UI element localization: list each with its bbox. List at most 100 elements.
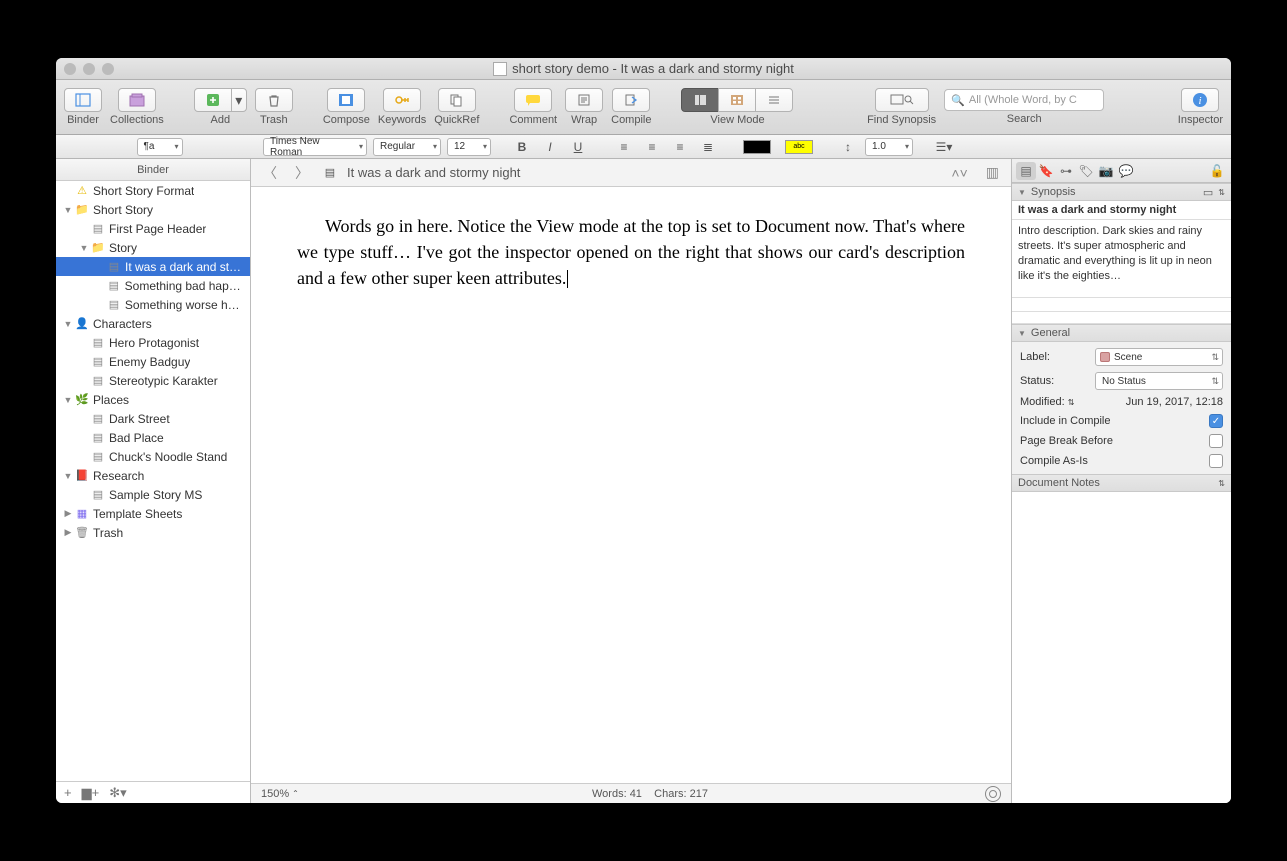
quickref-button[interactable]	[438, 88, 476, 112]
tree-row[interactable]: ▤First Page Header	[56, 219, 250, 238]
tree-row[interactable]: ▤Hero Protagonist	[56, 333, 250, 352]
svg-text:i: i	[1199, 95, 1202, 107]
settings-icon[interactable]: ✻▾	[109, 785, 126, 801]
tree-row[interactable]: ▤Sample Story MS	[56, 485, 250, 504]
nav-up-down[interactable]: ˄˅	[947, 165, 971, 181]
tree-row[interactable]: ▼📁Story	[56, 238, 250, 257]
viewmode-cork-button[interactable]	[718, 88, 756, 112]
search-input[interactable]: 🔍 All (Whole Word, by C	[944, 89, 1104, 111]
tree-row[interactable]: ▤Something bad happ…	[56, 276, 250, 295]
comment-button[interactable]	[514, 88, 552, 112]
binder-button[interactable]	[64, 88, 102, 112]
align-left-button[interactable]: ≡	[613, 138, 635, 156]
align-justify-button[interactable]: ≣	[697, 138, 719, 156]
general-header[interactable]: ▼General	[1012, 324, 1231, 342]
folder-icon: 📁	[90, 241, 106, 255]
compose-button[interactable]	[327, 88, 365, 112]
tree-row[interactable]: ▼📁Short Story	[56, 200, 250, 219]
tab-lock-icon[interactable]: 🔓	[1207, 162, 1227, 180]
list-button[interactable]: ☰▾	[933, 138, 955, 156]
bold-button[interactable]: B	[511, 138, 533, 156]
tree-row[interactable]: ▼👤Characters	[56, 314, 250, 333]
inspector-button[interactable]: i	[1181, 88, 1219, 112]
tree-row[interactable]: ▶🗑Trash	[56, 523, 250, 542]
tab-key-icon[interactable]: ⊶	[1056, 162, 1076, 180]
tab-snapshot-icon[interactable]: 📷	[1096, 162, 1116, 180]
tree-row[interactable]: ▶▦Template Sheets	[56, 504, 250, 523]
line-spacing-icon[interactable]: ↕	[837, 138, 859, 156]
label-label: Label:	[1020, 351, 1050, 363]
text-editor[interactable]: Words go in here. Notice the View mode a…	[251, 187, 1011, 783]
document-notes[interactable]	[1012, 492, 1231, 803]
zoom-level[interactable]: 150% ⌃	[261, 788, 315, 800]
wrap-button[interactable]	[565, 88, 603, 112]
forward-button[interactable]: 〉	[291, 163, 313, 183]
compile-label: Compile	[611, 114, 651, 126]
align-center-button[interactable]: ≡	[641, 138, 663, 156]
synopsis-title[interactable]: It was a dark and stormy night	[1012, 201, 1231, 220]
synopsis-body[interactable]: Intro description. Dark skies and rainy …	[1012, 220, 1231, 298]
doc-icon: ▤	[90, 336, 106, 350]
split-icon[interactable]: ▥	[982, 164, 1003, 181]
notes-header[interactable]: Document Notes⇅	[1012, 474, 1231, 492]
add-item-icon[interactable]: +	[64, 785, 72, 800]
tab-bookmarks[interactable]: 🔖	[1036, 162, 1056, 180]
zoom-icon[interactable]	[102, 63, 114, 75]
tree-label: Story	[109, 241, 137, 255]
tree-row[interactable]: ▼🌿Places	[56, 390, 250, 409]
tree-row[interactable]: ▤Chuck's Noodle Stand	[56, 447, 250, 466]
tree-row[interactable]: ▤Dark Street	[56, 409, 250, 428]
tab-comment-icon[interactable]: 💬	[1116, 162, 1136, 180]
warn-icon: ⚠	[74, 184, 90, 198]
status-select[interactable]: No Status	[1095, 372, 1223, 390]
back-button[interactable]: 〈	[259, 163, 281, 183]
tree-row[interactable]: ▤Bad Place	[56, 428, 250, 447]
weight-dropdown[interactable]: Regular	[373, 138, 441, 156]
viewmode-document-button[interactable]	[681, 88, 719, 112]
label-select[interactable]: Scene	[1095, 348, 1223, 366]
window-controls[interactable]	[64, 63, 114, 75]
target-icon[interactable]	[985, 786, 1001, 802]
collections-button[interactable]	[118, 88, 156, 112]
font-dropdown[interactable]: Times New Roman	[263, 138, 367, 156]
tree-row[interactable]: ⚠Short Story Format	[56, 181, 250, 200]
size-dropdown[interactable]: 12	[447, 138, 491, 156]
tab-notes[interactable]: ▤	[1016, 162, 1036, 180]
tree-label: Short Story Format	[93, 184, 194, 198]
minimize-icon[interactable]	[83, 63, 95, 75]
path-title: It was a dark and stormy night	[347, 165, 520, 180]
add-folder-icon[interactable]: ▆+	[82, 785, 100, 801]
wrap-label: Wrap	[571, 114, 597, 126]
add-menu-button[interactable]: ▾	[231, 88, 247, 112]
index-card-icon[interactable]: ▭	[1203, 186, 1213, 199]
viewmode-outline-button[interactable]	[755, 88, 793, 112]
text-color-swatch[interactable]	[743, 140, 771, 154]
close-icon[interactable]	[64, 63, 76, 75]
binder-tree[interactable]: ⚠Short Story Format▼📁Short Story▤First P…	[56, 181, 250, 781]
underline-button[interactable]: U	[567, 138, 589, 156]
italic-button[interactable]: I	[539, 138, 561, 156]
add-label: Add	[211, 114, 231, 126]
include-checkbox[interactable]: ✓	[1209, 414, 1223, 428]
spacing-dropdown[interactable]: 1.0	[865, 138, 913, 156]
add-button[interactable]	[194, 88, 232, 112]
tree-row[interactable]: ▤Something worse ha…	[56, 295, 250, 314]
style-dropdown[interactable]: ¶a	[137, 138, 183, 156]
tree-row[interactable]: ▤Enemy Badguy	[56, 352, 250, 371]
synopsis-header[interactable]: ▼Synopsis▭⇅	[1012, 183, 1231, 201]
tree-row[interactable]: ▼📕Research	[56, 466, 250, 485]
pbb-checkbox[interactable]	[1209, 434, 1223, 448]
asis-checkbox[interactable]	[1209, 454, 1223, 468]
tree-row[interactable]: ▤It was a dark and st…	[56, 257, 250, 276]
highlight-swatch[interactable]: abc	[785, 140, 813, 154]
tree-row[interactable]: ▤Stereotypic Karakter	[56, 371, 250, 390]
find-synopsis-button[interactable]	[875, 88, 929, 112]
inspector-panel: ▤ 🔖 ⊶ 🏷 📷 💬 🔓 ▼Synopsis▭⇅ It was a dark …	[1011, 159, 1231, 803]
trash-button[interactable]	[255, 88, 293, 112]
tab-tag-icon[interactable]: 🏷	[1076, 162, 1096, 180]
binder-label: Binder	[67, 114, 99, 126]
keywords-button[interactable]	[383, 88, 421, 112]
app-window: short story demo - It was a dark and sto…	[56, 58, 1231, 803]
compile-button[interactable]	[612, 88, 650, 112]
align-right-button[interactable]: ≡	[669, 138, 691, 156]
